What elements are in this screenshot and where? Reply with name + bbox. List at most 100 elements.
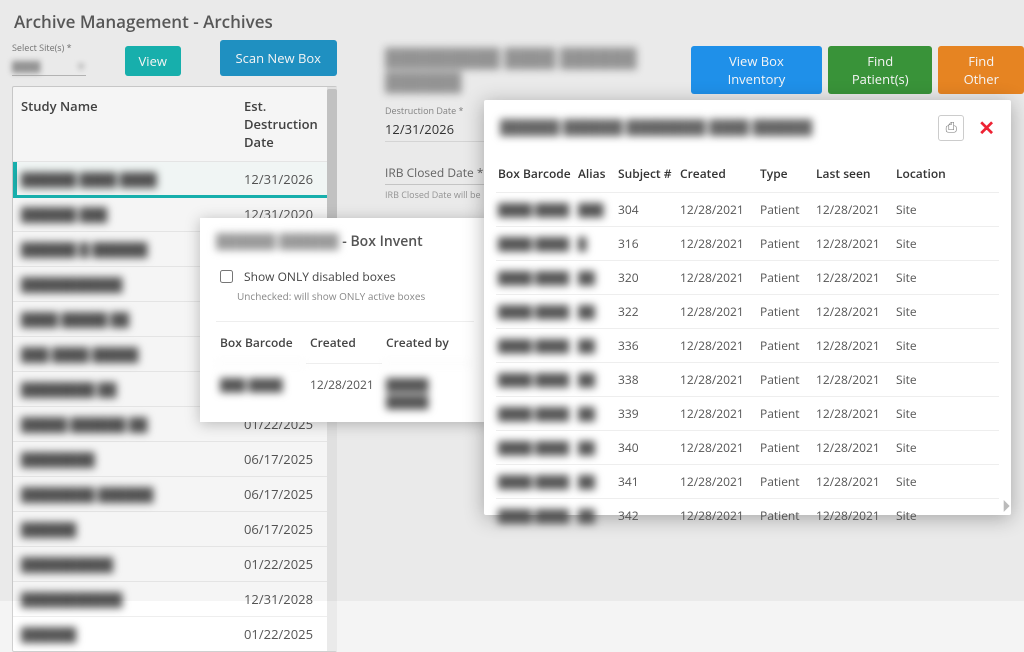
pm-col-barcode[interactable]: Box Barcode bbox=[496, 155, 572, 192]
pm-subject: 340 bbox=[616, 431, 674, 464]
col-est-destruction-date[interactable]: Est. Destruction Date bbox=[236, 87, 336, 161]
pm-location: Site bbox=[894, 261, 950, 294]
close-icon: ✕ bbox=[978, 114, 995, 141]
view-button[interactable]: View bbox=[125, 46, 181, 76]
selected-study-title: █████████ ████ ██████ ██████ bbox=[385, 46, 691, 94]
study-date-cell: 12/31/2028 bbox=[236, 582, 336, 616]
pm-subject: 341 bbox=[616, 465, 674, 498]
inventory-row[interactable]: ███ ████12/28/2021█████ █████ bbox=[216, 363, 474, 422]
pm-created: 12/28/2021 bbox=[678, 465, 754, 498]
patient-row[interactable]: ████ ██████33812/28/2021Patient12/28/202… bbox=[496, 362, 999, 396]
patient-row[interactable]: ████ ██████33612/28/2021Patient12/28/202… bbox=[496, 328, 999, 362]
study-date-cell: 01/22/2025 bbox=[236, 547, 336, 581]
pm-last_seen: 12/28/2021 bbox=[814, 295, 890, 328]
pm-subject: 322 bbox=[616, 295, 674, 328]
study-row[interactable]: ██████████01/22/2025 bbox=[13, 546, 336, 581]
print-icon: ⎙ bbox=[946, 118, 957, 137]
pm-last_seen: 12/28/2021 bbox=[814, 193, 890, 226]
pm-subject: 320 bbox=[616, 261, 674, 294]
show-disabled-hint: Unchecked: will show ONLY active boxes bbox=[237, 289, 474, 303]
show-disabled-checkbox[interactable] bbox=[220, 270, 233, 283]
study-row[interactable]: ██████ ████ ████12/31/2026 bbox=[13, 161, 336, 196]
close-button[interactable]: ✕ bbox=[978, 114, 995, 141]
inv-barcode: ███ ████ bbox=[216, 363, 306, 422]
col-created-by[interactable]: Created by bbox=[382, 322, 474, 363]
patient-row[interactable]: ████ ██████34212/28/2021Patient12/28/202… bbox=[496, 498, 999, 532]
scan-new-box-button[interactable]: Scan New Box bbox=[220, 40, 338, 76]
pm-subject: 336 bbox=[616, 329, 674, 362]
pm-location: Site bbox=[894, 295, 950, 328]
study-row[interactable]: ██████01/22/2025 bbox=[13, 616, 336, 651]
pm-created: 12/28/2021 bbox=[678, 295, 754, 328]
site-selector-label: Select Site(s) * bbox=[12, 41, 86, 54]
pm-created: 12/28/2021 bbox=[678, 499, 754, 532]
pm-last_seen: 12/28/2021 bbox=[814, 363, 890, 396]
pm-col-subject[interactable]: Subject # bbox=[616, 155, 674, 192]
pm-type: Patient bbox=[758, 499, 810, 532]
pm-subject: 339 bbox=[616, 397, 674, 430]
site-select[interactable]: ████ ▼ bbox=[12, 56, 86, 76]
study-name-cell: ██████ bbox=[13, 617, 236, 651]
inv-created: 12/28/2021 bbox=[306, 363, 382, 422]
col-study-name[interactable]: Study Name bbox=[13, 87, 236, 161]
pm-barcode: ████ ████ bbox=[496, 329, 572, 362]
destruction-date-input[interactable]: 12/31/2026 bbox=[385, 118, 485, 142]
pm-created: 12/28/2021 bbox=[678, 193, 754, 226]
pm-alias: ██ bbox=[576, 397, 612, 430]
pm-type: Patient bbox=[758, 295, 810, 328]
pm-alias: ██ bbox=[576, 329, 612, 362]
study-row[interactable]: ████████ ██████06/17/2025 bbox=[13, 476, 336, 511]
pm-col-alias[interactable]: Alias bbox=[576, 155, 612, 192]
view-box-inventory-button[interactable]: View Box Inventory bbox=[691, 46, 822, 94]
pm-alias: ███ bbox=[576, 193, 612, 226]
print-button[interactable]: ⎙ bbox=[938, 115, 964, 141]
study-row[interactable]: ███████████12/31/2028 bbox=[13, 581, 336, 616]
pm-location: Site bbox=[894, 499, 950, 532]
patient-row[interactable]: ████ ██████32012/28/2021Patient12/28/202… bbox=[496, 260, 999, 294]
pm-barcode: ████ ████ bbox=[496, 465, 572, 498]
pm-created: 12/28/2021 bbox=[678, 227, 754, 260]
pm-last_seen: 12/28/2021 bbox=[814, 499, 890, 532]
pm-last_seen: 12/28/2021 bbox=[814, 329, 890, 362]
pm-col-type[interactable]: Type bbox=[758, 155, 810, 192]
show-disabled-label: Show ONLY disabled boxes bbox=[244, 268, 396, 285]
study-row[interactable]: ██████06/17/2025 bbox=[13, 511, 336, 546]
find-patients-button[interactable]: Find Patient(s) bbox=[828, 46, 933, 94]
pm-barcode: ████ ████ bbox=[496, 499, 572, 532]
pm-alias: ██ bbox=[576, 431, 612, 464]
patient-row[interactable]: ████ ██████34012/28/2021Patient12/28/202… bbox=[496, 430, 999, 464]
pm-barcode: ████ ████ bbox=[496, 261, 572, 294]
pm-barcode: ████ ████ bbox=[496, 397, 572, 430]
patient-row[interactable]: ████ ███████30412/28/2021Patient12/28/20… bbox=[496, 192, 999, 226]
pm-type: Patient bbox=[758, 193, 810, 226]
pm-last_seen: 12/28/2021 bbox=[814, 431, 890, 464]
pm-location: Site bbox=[894, 431, 950, 464]
patient-row[interactable]: ████ ██████33912/28/2021Patient12/28/202… bbox=[496, 396, 999, 430]
patient-row[interactable]: ████ ██████32212/28/2021Patient12/28/202… bbox=[496, 294, 999, 328]
find-other-button[interactable]: Find Other bbox=[938, 46, 1024, 94]
pm-col-lastseen[interactable]: Last seen bbox=[814, 155, 890, 192]
patient-detail-modal: ██████ ██████ ████████ ████ ██████ ⎙ ✕ B… bbox=[484, 100, 1011, 515]
pm-barcode: ████ ████ bbox=[496, 193, 572, 226]
patient-row[interactable]: ████ █████31612/28/2021Patient12/28/2021… bbox=[496, 226, 999, 260]
pm-location: Site bbox=[894, 397, 950, 430]
pm-type: Patient bbox=[758, 363, 810, 396]
pm-col-created[interactable]: Created bbox=[678, 155, 754, 192]
pm-subject: 316 bbox=[616, 227, 674, 260]
pm-barcode: ████ ████ bbox=[496, 227, 572, 260]
col-created[interactable]: Created bbox=[306, 322, 382, 363]
pm-type: Patient bbox=[758, 261, 810, 294]
col-box-barcode[interactable]: Box Barcode bbox=[216, 322, 306, 363]
pm-location: Site bbox=[894, 465, 950, 498]
study-row[interactable]: ████████06/17/2025 bbox=[13, 441, 336, 476]
chevron-down-icon: ▼ bbox=[76, 59, 86, 73]
pm-subject: 304 bbox=[616, 193, 674, 226]
pm-created: 12/28/2021 bbox=[678, 261, 754, 294]
patient-row[interactable]: ████ ██████34112/28/2021Patient12/28/202… bbox=[496, 464, 999, 498]
pm-location: Site bbox=[894, 363, 950, 396]
patient-modal-title: ██████ ██████ ████████ ████ ██████ bbox=[500, 118, 812, 137]
box-inventory-title: ██████ ██████ - Box Invent bbox=[216, 232, 474, 251]
pm-created: 12/28/2021 bbox=[678, 431, 754, 464]
pm-subject: 342 bbox=[616, 499, 674, 532]
pm-col-location[interactable]: Location bbox=[894, 155, 950, 192]
